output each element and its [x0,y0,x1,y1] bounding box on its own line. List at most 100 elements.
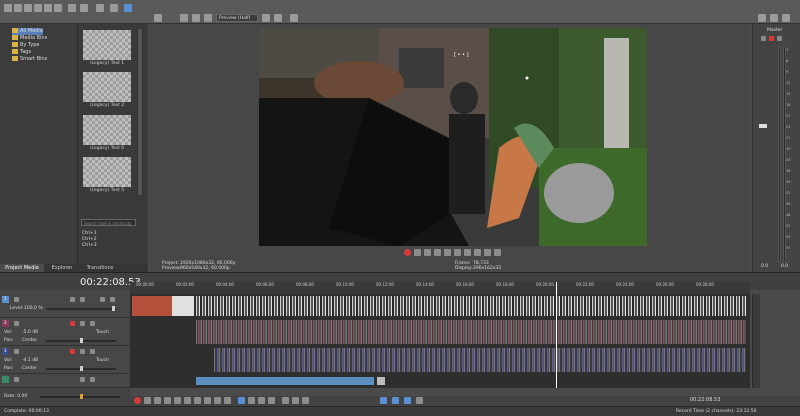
master-mute-icon[interactable] [769,36,774,41]
auto-ripple-button[interactable] [392,397,399,404]
new-project-icon[interactable] [4,4,12,12]
track-solo-icon[interactable] [80,297,85,302]
pan-slider[interactable] [46,366,116,371]
preview-quality-dropdown[interactable]: Preview (Half) [216,14,258,22]
lock-envelopes-button[interactable] [404,397,411,404]
stop-button[interactable] [454,249,461,256]
delete-icon[interactable] [68,4,76,12]
prev-frame-button[interactable] [484,249,491,256]
properties-icon[interactable] [110,4,118,12]
audio-clips-strip[interactable] [214,348,746,372]
undo-icon[interactable] [44,4,52,12]
split-screen-icon[interactable] [180,14,188,22]
window-close-icon[interactable] [782,14,790,22]
redo-icon[interactable] [54,4,62,12]
play-button[interactable] [434,249,441,256]
track-mute-icon[interactable] [80,349,85,354]
pause-button[interactable] [174,397,181,404]
help-icon[interactable] [124,4,132,12]
tab-explorer[interactable]: Explorer [44,264,80,272]
tab-project-media[interactable]: Project Media [0,264,44,272]
playhead[interactable] [556,282,557,388]
master-fx-icon[interactable] [761,36,766,41]
envelope-edit-tool-button[interactable] [248,397,255,404]
overlays-icon[interactable] [192,14,200,22]
video-clip-white[interactable] [172,296,194,316]
track-compositing-icon[interactable] [100,297,105,302]
stop-button[interactable] [184,397,191,404]
track-fx-icon[interactable] [14,297,19,302]
music-clip[interactable] [196,377,374,385]
track-mute-icon[interactable] [70,297,75,302]
timeline-ruler[interactable]: 00:00:00 00:02:00 00:04:00 00:06:00 00:08:00… [130,282,750,294]
tab-transitions[interactable]: Transitions [80,264,120,272]
prev-frame-button[interactable] [214,397,221,404]
play-from-start-button[interactable] [154,397,161,404]
open-icon[interactable] [14,4,22,12]
window-options-icon[interactable] [770,14,778,22]
timeline-vertical-scrollbar[interactable] [752,294,760,388]
record-button[interactable] [404,249,411,256]
video-clips-strip[interactable] [196,296,746,316]
snapping-button[interactable] [380,397,387,404]
selection-edit-tool-button[interactable] [258,397,265,404]
track-solo-icon[interactable] [90,321,95,326]
save-snapshot-icon[interactable] [274,14,282,22]
media-list-scrollbar[interactable] [137,28,143,196]
master-solo-icon[interactable] [777,36,782,41]
record-button[interactable] [134,397,141,404]
track-solo-icon[interactable] [90,377,95,382]
level-slider-knob[interactable] [112,306,115,311]
tree-item-tags[interactable]: Tags [12,49,31,56]
track-solo-icon[interactable] [90,349,95,354]
grid-icon[interactable] [290,14,298,22]
loop-button[interactable] [414,249,421,256]
view-icon[interactable] [96,4,104,12]
split-button[interactable] [302,397,309,404]
go-to-end-button[interactable] [474,249,481,256]
normal-edit-tool-button[interactable] [238,397,245,404]
go-to-end-button[interactable] [204,397,211,404]
copy-snapshot-icon[interactable] [262,14,270,22]
timeline-tracks[interactable] [130,282,750,388]
window-minimize-icon[interactable] [758,14,766,22]
audio-clips-strip[interactable] [196,320,746,344]
play-from-start-button[interactable] [424,249,431,256]
tree-item-media-bins[interactable]: Media Bins [12,35,47,42]
go-to-start-button[interactable] [194,397,201,404]
delete-button[interactable] [282,397,289,404]
automation-mode[interactable]: Touch [96,358,109,363]
media-thumbnail[interactable] [83,30,131,60]
track-arm-record-icon[interactable] [70,349,75,354]
next-frame-button[interactable] [494,249,501,256]
trim-button[interactable] [292,397,299,404]
loop-button[interactable] [144,397,151,404]
pan-slider-knob[interactable] [80,366,83,371]
preview-fx-icon[interactable] [154,14,162,22]
tree-item-smart-bins[interactable]: Smart Bins [12,56,47,63]
track-mute-icon[interactable] [80,377,85,382]
ignore-grouping-button[interactable] [416,397,423,404]
level-slider[interactable] [46,306,116,311]
track-fx-icon[interactable] [14,321,19,326]
zoom-edit-tool-button[interactable] [268,397,275,404]
media-thumbnail[interactable] [83,72,131,102]
render-icon[interactable] [34,4,42,12]
track-fx-icon[interactable] [14,377,19,382]
media-thumbnail[interactable] [83,157,131,187]
trim-icon[interactable] [80,4,88,12]
tree-item-by-type[interactable]: By Type [12,42,39,49]
pan-slider-knob[interactable] [80,338,83,343]
track-mute-icon[interactable] [80,321,85,326]
music-clip-end[interactable] [377,377,385,385]
rate-slider[interactable] [40,394,120,399]
rate-slider-knob[interactable] [80,394,83,399]
master-fader[interactable] [759,124,767,128]
media-thumbnail[interactable] [83,115,131,145]
save-icon[interactable] [24,4,32,12]
automation-mode[interactable]: Touch [96,330,109,335]
go-to-start-button[interactable] [464,249,471,256]
track-arm-record-icon[interactable] [70,321,75,326]
track-motion-icon[interactable] [110,297,115,302]
track-fx-icon[interactable] [14,349,19,354]
